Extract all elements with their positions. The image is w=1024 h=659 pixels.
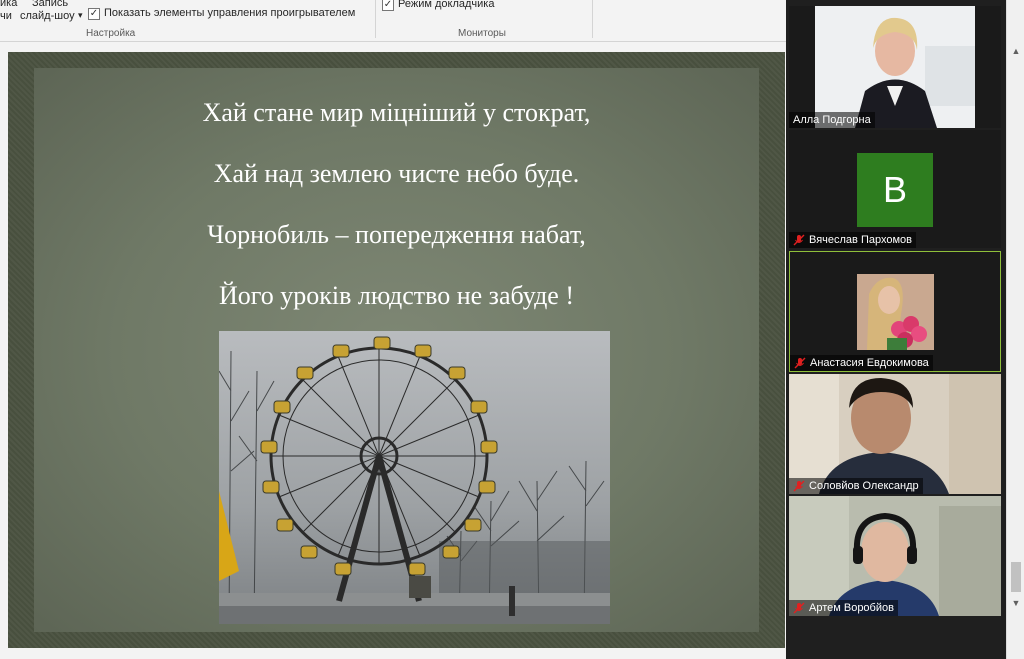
participant-tile-active[interactable]: Анастасия Евдокимова — [789, 251, 1001, 372]
chevron-down-icon[interactable]: ▾ — [78, 10, 83, 21]
participant-video — [857, 274, 934, 350]
ribbon-partial-label[interactable]: ика — [0, 0, 17, 9]
participant-name: Вячеслав Пархомов — [809, 234, 912, 246]
mic-muted-icon — [794, 357, 806, 369]
avatar: B — [857, 153, 933, 227]
ribbon: ика чи Запись слайд-шоу ▾ ✓ Показать эле… — [0, 0, 786, 42]
participant-tile[interactable]: Артем Воробйов — [789, 496, 1001, 616]
ribbon-separator — [592, 0, 593, 38]
slide-text-line: Хай над землею чисте небо буде. — [213, 159, 580, 188]
participant-tile[interactable]: Алла Подгорна — [789, 6, 1001, 128]
record-slideshow-button[interactable]: слайд-шоу — [20, 10, 75, 22]
vertical-scrollbar[interactable]: ▲ ▼ — [1006, 0, 1024, 659]
participant-name: Артем Воробйов — [809, 602, 894, 614]
mic-muted-icon — [793, 602, 805, 614]
participant-name-bar: Соловйов Олександр — [789, 478, 923, 494]
slide-text-line: Хай стане мир міцніший у стократ, — [202, 98, 591, 127]
show-controls-label[interactable]: Показать элементы управления проигрывате… — [104, 7, 355, 19]
participant-video — [789, 374, 1001, 494]
group-label-setup: Настройка — [86, 28, 136, 39]
presenter-mode-checkbox[interactable]: ✓ — [382, 0, 394, 11]
ferris-wheel-photo — [219, 331, 610, 624]
participant-name-bar: Артем Воробйов — [789, 600, 898, 616]
show-controls-checkbox[interactable]: ✓ — [88, 8, 100, 20]
slide-text-line: Чорнобиль – попередження набат, — [207, 220, 586, 249]
ribbon-partial-label-2[interactable]: чи — [0, 10, 12, 22]
slide-text-line: Його уроків людство не забуде ! — [218, 281, 575, 310]
mic-muted-icon — [793, 234, 805, 246]
screen: ика чи Запись слайд-шоу ▾ ✓ Показать эле… — [0, 0, 1024, 659]
group-label-monitors: Мониторы — [458, 28, 506, 39]
mic-muted-icon — [793, 480, 805, 492]
scroll-up-arrow-icon[interactable]: ▲ — [1011, 46, 1021, 56]
participant-video — [815, 6, 975, 128]
participant-video — [789, 496, 1001, 616]
participant-name: Соловйов Олександр — [809, 480, 919, 492]
ribbon-separator — [375, 0, 376, 38]
presenter-mode-label[interactable]: Режим докладчика — [398, 0, 494, 10]
participant-tile[interactable]: Соловйов Олександр — [789, 374, 1001, 494]
record-slideshow-label[interactable]: Запись — [32, 0, 68, 9]
participant-tile[interactable]: B Вячеслав Пархомов — [789, 130, 1001, 248]
participant-name: Алла Подгорна — [793, 114, 871, 126]
participant-name: Анастасия Евдокимова — [810, 357, 929, 369]
participant-name-bar: Анастасия Евдокимова — [790, 355, 933, 371]
participant-name-bar: Алла Подгорна — [789, 112, 875, 128]
scroll-down-arrow-icon[interactable]: ▼ — [1011, 598, 1021, 608]
participant-name-bar: Вячеслав Пархомов — [789, 232, 916, 248]
scrollbar-thumb[interactable] — [1011, 562, 1021, 592]
